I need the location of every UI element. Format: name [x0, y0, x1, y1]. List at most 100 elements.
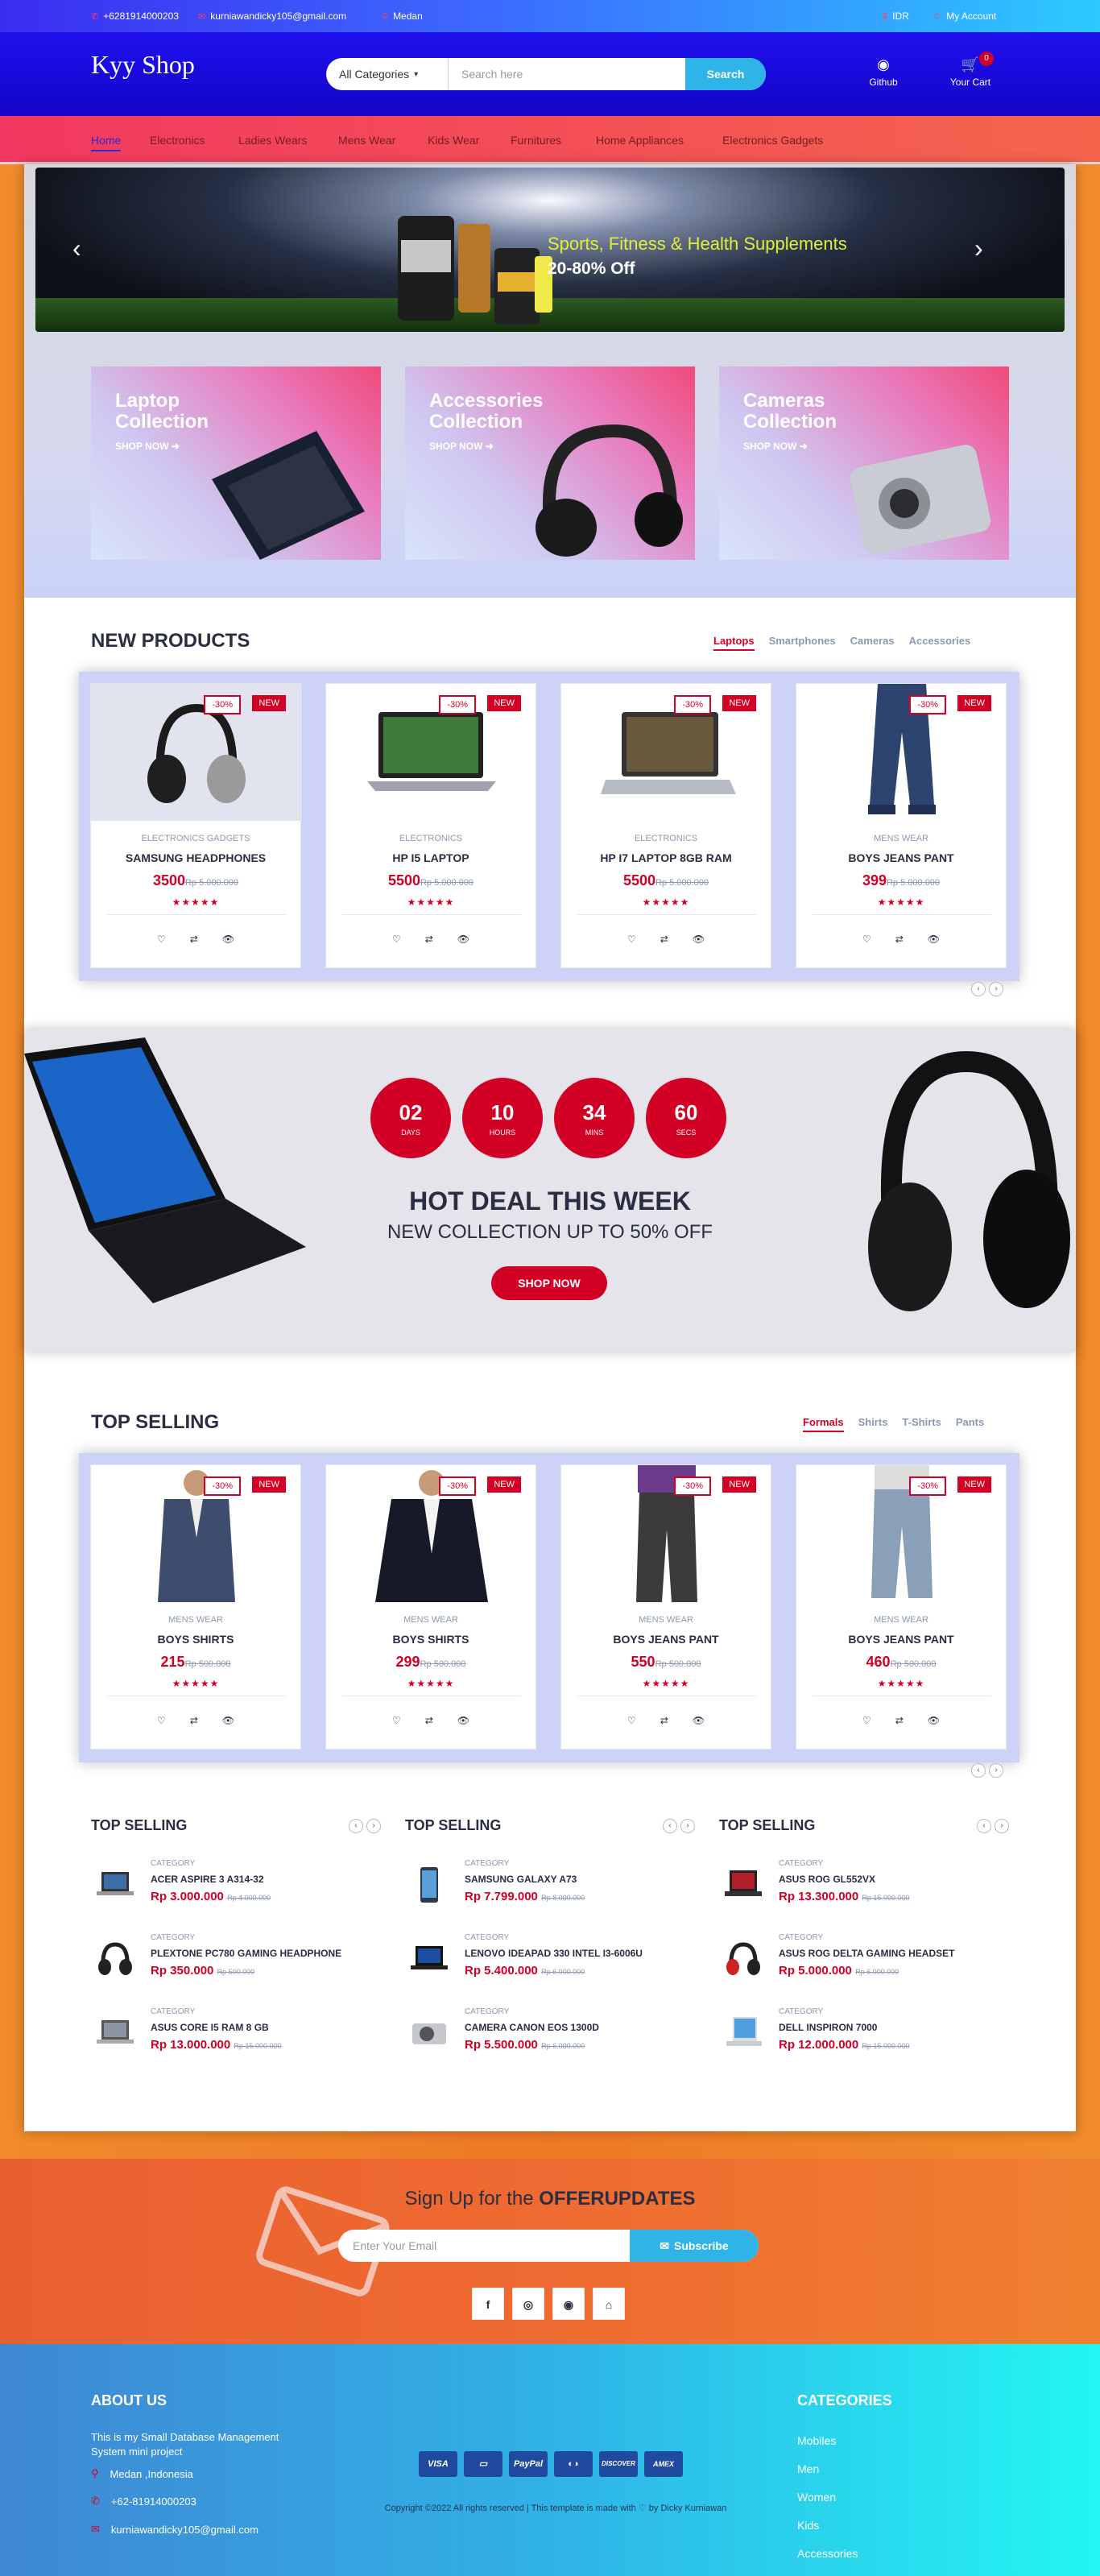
prev-arrow-button[interactable]: ‹ [663, 1819, 677, 1833]
collection-accessories[interactable]: Accessories Collection SHOP NOW ➜ [405, 367, 695, 560]
shop-now-button[interactable]: Shop now [491, 1266, 607, 1300]
email-link[interactable]: ✉ kurniawandicky105@gmail.com [198, 10, 346, 22]
eye-icon[interactable]: 👁 [693, 1715, 705, 1726]
tab-formals[interactable]: Formals [803, 1416, 844, 1432]
email-item[interactable]: ✉ kurniawandicky105@gmail.com [91, 2523, 258, 2536]
product-card[interactable]: -30% NEW Electronics Gadgets Samsung Hea… [90, 683, 302, 968]
slider-prev-button[interactable]: ‹ [72, 234, 81, 263]
facebook-icon[interactable]: f [472, 2288, 504, 2320]
instagram-icon[interactable]: ◉ [552, 2288, 585, 2320]
search-input[interactable]: Search here [449, 58, 685, 90]
email-field[interactable]: Enter Your Email [338, 2230, 630, 2262]
heart-icon[interactable]: ♡ [392, 1715, 401, 1726]
next-arrow-button[interactable]: › [995, 1819, 1009, 1833]
product-name[interactable]: Boys Shirts [326, 1633, 536, 1646]
eye-icon[interactable]: 👁 [222, 1715, 234, 1726]
shop-now-link[interactable]: SHOP NOW ➜ [743, 441, 808, 452]
product-card[interactable]: -30% NEW Mens Wear Boys Shirts 215Rp 500… [90, 1464, 301, 1750]
product-name[interactable]: Boys Jeans Pant [796, 1633, 1006, 1646]
eye-icon[interactable]: 👁 [222, 934, 234, 945]
footer-category-link[interactable]: Kids [797, 2519, 819, 2532]
next-arrow-button[interactable]: › [989, 982, 1003, 996]
location-link[interactable]: ⚲ Medan [382, 10, 423, 22]
account-link[interactable]: ☺ My Account [933, 10, 996, 22]
tab-pants[interactable]: Pants [956, 1416, 984, 1432]
widget-item[interactable]: Category ASUS ROG GL552VX Rp 13.300.000 Rp… [719, 1857, 1009, 1914]
eye-icon[interactable]: 👁 [457, 1715, 469, 1726]
eye-icon[interactable]: 👁 [693, 934, 705, 945]
nav-electronics-gadgets[interactable]: Electronics Gadgets [722, 134, 823, 147]
compare-icon[interactable]: ⇄ [425, 1715, 433, 1726]
nav-kids-wear[interactable]: Kids Wear [428, 134, 479, 147]
github-link[interactable]: ◉ Github [859, 56, 908, 88]
widget-item[interactable]: Category PLEXTONE PC780 GAMING HEADPHONE R… [91, 1932, 381, 1988]
widget-item[interactable]: Category SAMSUNG GALAXY A73 Rp 7.799.000 R… [405, 1857, 695, 1914]
tab-shirts[interactable]: Shirts [858, 1416, 888, 1432]
product-name[interactable]: HP i7 laptop 8gb ram [561, 851, 771, 864]
compare-icon[interactable]: ⇄ [660, 934, 668, 945]
currency-link[interactable]: $ IDR [883, 10, 909, 22]
nav-mens-wear[interactable]: Mens Wear [338, 134, 395, 147]
heart-icon[interactable]: ♡ [157, 1715, 166, 1726]
compare-icon[interactable]: ⇄ [190, 1715, 198, 1726]
collection-cameras[interactable]: Cameras Collection SHOP NOW ➜ [719, 367, 1009, 560]
phone-item[interactable]: ✆ +62-81914000203 [91, 2495, 196, 2508]
product-card[interactable]: -30% NEW Electronics HP i5 laptop 5500Rp… [325, 683, 536, 968]
product-card[interactable]: -30% NEW Mens Wear Boys Shirts 299Rp 500… [325, 1464, 536, 1750]
widget-item[interactable]: Category CAMERA CANON EOS 1300D Rp 5.500.0… [405, 2006, 695, 2062]
widget-item[interactable]: Category ASUS ROG DELTA GAMING HEADSET Rp … [719, 1932, 1009, 1988]
compare-icon[interactable]: ⇄ [190, 934, 198, 945]
compare-icon[interactable]: ⇄ [425, 934, 433, 945]
phone-link[interactable]: ✆ +6281914000203 [91, 10, 179, 22]
shop-now-link[interactable]: SHOP NOW ➜ [429, 441, 494, 452]
footer-category-link[interactable]: Men [797, 2462, 819, 2475]
nav-home-appliances[interactable]: Home Appliances [596, 134, 684, 147]
tab-accessories[interactable]: Accessories [909, 635, 971, 651]
compare-icon[interactable]: ⇄ [895, 934, 904, 945]
slider-next-button[interactable]: › [974, 234, 983, 263]
product-name[interactable]: Samsung Headphones [91, 851, 300, 864]
eye-icon[interactable]: 👁 [457, 934, 469, 945]
heart-icon[interactable]: ♡ [627, 934, 636, 945]
widget-item[interactable]: Category ASUS CORE I5 RAM 8 GB Rp 13.000.0… [91, 2006, 381, 2062]
product-name[interactable]: Boys Jeans Pant [561, 1633, 771, 1646]
footer-category-link[interactable]: Women [797, 2491, 836, 2504]
category-select[interactable]: All Categories ▾ [326, 58, 449, 90]
footer-category-link[interactable]: Mobiles [797, 2434, 836, 2447]
tab-laptops[interactable]: Laptops [713, 635, 755, 651]
next-arrow-button[interactable]: › [680, 1819, 695, 1833]
product-name[interactable]: HP i5 laptop [326, 851, 536, 864]
heart-icon[interactable]: ♡ [862, 1715, 871, 1726]
nav-ladies-wears[interactable]: Ladies Wears [238, 134, 307, 147]
logo[interactable]: Kyy Shop [91, 50, 195, 80]
heart-icon[interactable]: ♡ [862, 934, 871, 945]
compare-icon[interactable]: ⇄ [895, 1715, 904, 1726]
product-name[interactable]: Boys Jeans Pant [796, 851, 1006, 864]
tab-smartphones[interactable]: Smartphones [769, 635, 836, 651]
collection-laptop[interactable]: Laptop Collection SHOP NOW ➜ [91, 367, 381, 560]
next-arrow-button[interactable]: › [989, 1763, 1003, 1778]
shop-now-link[interactable]: SHOP NOW ➜ [115, 441, 180, 452]
prev-arrow-button[interactable]: ‹ [971, 982, 986, 996]
product-card[interactable]: -30% NEW Mens Wear Boys Jeans Pant 550Rp… [560, 1464, 771, 1750]
heart-icon[interactable]: ♡ [157, 934, 166, 945]
widget-item[interactable]: Category DELL INSPIRON 7000 Rp 12.000.000 … [719, 2006, 1009, 2062]
eye-icon[interactable]: 👁 [928, 1715, 940, 1726]
compare-icon[interactable]: ⇄ [660, 1715, 668, 1726]
product-card[interactable]: -30% NEW Mens Wear Boys Jeans Pant 399Rp… [796, 683, 1007, 968]
prev-arrow-button[interactable]: ‹ [977, 1819, 991, 1833]
github-icon[interactable]: ⌂ [593, 2288, 625, 2320]
tab-t-shirts[interactable]: T-Shirts [902, 1416, 941, 1432]
nav-home[interactable]: Home [91, 134, 122, 151]
heart-icon[interactable]: ♡ [627, 1715, 636, 1726]
prev-arrow-button[interactable]: ‹ [971, 1763, 986, 1778]
next-arrow-button[interactable]: › [366, 1819, 381, 1833]
footer-category-link[interactable]: Accessories [797, 2547, 858, 2560]
whatsapp-icon[interactable]: ◎ [512, 2288, 544, 2320]
tab-cameras[interactable]: Cameras [850, 635, 895, 651]
search-button[interactable]: Search [685, 58, 766, 90]
nav-furnitures[interactable]: Furnitures [511, 134, 561, 147]
product-card[interactable]: -30% NEW Electronics HP i7 laptop 8gb ra… [560, 683, 771, 968]
widget-item[interactable]: Category LENOVO IDEAPAD 330 INTEL I3-6006… [405, 1932, 695, 1988]
heart-icon[interactable]: ♡ [392, 934, 401, 945]
